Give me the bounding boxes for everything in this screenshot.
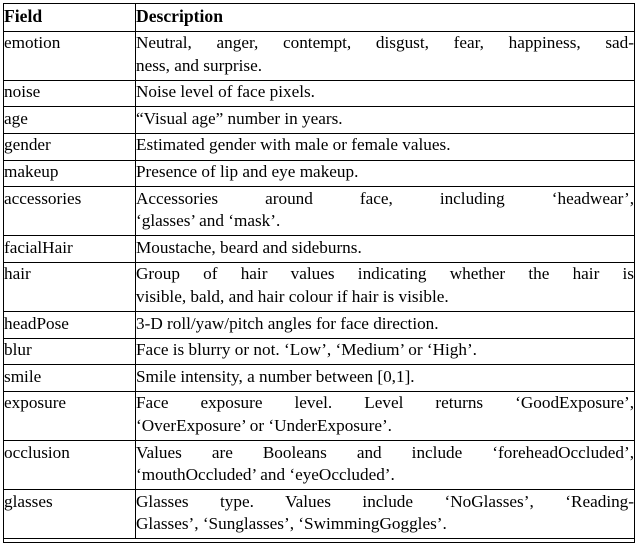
- table-header-row: Field Description: [3, 3, 635, 32]
- table-row: gender Estimated gender with male or fema…: [3, 132, 635, 161]
- field-description-cell: Neutral, anger, contempt, disgust, fear,…: [136, 31, 635, 80]
- table-row: smile Smile intensity, a number between […: [3, 364, 635, 392]
- table-body: emotion Neutral, anger, contempt, disgust…: [3, 31, 635, 539]
- field-name-cell: smile: [3, 364, 136, 392]
- table-row: emotion Neutral, anger, contempt, disgust…: [3, 31, 635, 81]
- field-name-cell: facialHair: [3, 235, 136, 263]
- description-line: ‘OverExposure’ or ‘UnderExposure’.: [136, 416, 392, 435]
- table-container: Field Description emotion Neutral, anger,…: [3, 3, 635, 543]
- field-description-cell: Moustache, beard and sideburns.: [135, 235, 635, 263]
- bottom-double-rule: [3, 538, 635, 543]
- table-row: age “Visual age” number in years.: [3, 106, 635, 134]
- field-name-cell: noise: [3, 79, 136, 107]
- table-row: makeup Presence of lip and eye makeup.: [3, 159, 635, 187]
- description-line: ness, and surprise.: [136, 55, 263, 75]
- table-row: occlusion Values are Booleans and include…: [3, 440, 635, 490]
- field-description-cell: “Visual age” number in years.: [135, 106, 635, 134]
- column-header-field: Field: [3, 3, 136, 32]
- description-line: “Visual age” number in years.: [136, 108, 343, 128]
- description-line: Estimated gender with male or female val…: [136, 135, 451, 155]
- description-line: Smile intensity, a number between [0,1].: [136, 366, 415, 386]
- table-row: glasses Glasses type. Values include ‘NoG…: [3, 489, 635, 539]
- field-name-cell: makeup: [3, 159, 136, 187]
- field-description-cell: Presence of lip and eye makeup.: [135, 159, 635, 187]
- table-row: headPose 3-D roll/yaw/pitch angles for fa…: [3, 311, 635, 339]
- field-description-cell: Group of hair values indicating whether …: [135, 261, 635, 312]
- field-description-cell: 3-D roll/yaw/pitch angles for face direc…: [135, 311, 635, 339]
- field-description-table: Field Description emotion Neutral, anger,…: [3, 3, 635, 543]
- description-line: Moustache, beard and sideburns.: [136, 237, 362, 257]
- description-line: Presence of lip and eye makeup.: [136, 162, 359, 182]
- description-line: visible, bald, and hair colour if hair i…: [136, 287, 449, 307]
- column-header-description: Description: [135, 3, 635, 32]
- description-line: Group of hair values indicating whether …: [136, 264, 634, 284]
- description-line: Glasses type. Values include ‘NoGlasses’…: [136, 491, 634, 511]
- field-name-cell: age: [3, 106, 136, 134]
- description-line: Face is blurry or not. ‘Low’, ‘Medium’ o…: [136, 340, 477, 360]
- field-description-cell: Noise level of face pixels.: [135, 79, 635, 107]
- table-row: facialHair Moustache, beard and sideburns…: [3, 235, 635, 263]
- field-name-cell: accessories: [3, 186, 136, 236]
- field-description-cell: Smile intensity, a number between [0,1].: [135, 364, 635, 392]
- table-row: noise Noise level of face pixels.: [3, 79, 635, 107]
- field-name-cell: gender: [3, 132, 136, 161]
- description-line: Neutral, anger, contempt, disgust, fear,…: [136, 33, 634, 53]
- description-line: Noise level of face pixels.: [136, 82, 315, 102]
- field-description-cell: Face is blurry or not. ‘Low’, ‘Medium’ o…: [135, 337, 635, 365]
- description-line: Glasses’, ‘Sunglasses’, ‘SwimmingGoggles…: [136, 514, 447, 534]
- field-description-cell: Estimated gender with male or female val…: [135, 132, 635, 161]
- bottom-rule-cell: [3, 538, 635, 543]
- description-line: Accessories around face, including ‘head…: [136, 188, 634, 208]
- description-line: Values are Booleans and include ‘forehea…: [136, 442, 634, 462]
- field-name-cell: hair: [3, 261, 136, 312]
- field-description-cell: Glasses type. Values include ‘NoGlasses’…: [135, 489, 635, 539]
- field-name-cell: occlusion: [3, 440, 136, 490]
- table-row: blur Face is blurry or not. ‘Low’, ‘Mediu…: [3, 337, 635, 365]
- field-name-cell: blur: [3, 337, 136, 365]
- field-description-cell: Face exposure level. Level returns ‘Good…: [135, 390, 635, 441]
- description-line: ‘mouthOccluded’ and ‘eyeOccluded’.: [136, 465, 395, 485]
- table-footer-rule: [3, 538, 635, 543]
- description-line: Face exposure level. Level returns ‘Good…: [136, 393, 634, 413]
- field-description-cell: Accessories around face, including ‘head…: [135, 186, 635, 236]
- table-row: hair Group of hair values indicating whet…: [3, 261, 635, 312]
- field-description-cell: Values are Booleans and include ‘forehea…: [135, 440, 635, 490]
- field-name-cell: glasses: [3, 489, 136, 539]
- field-name-cell: emotion: [3, 31, 136, 81]
- description-line: ‘glasses’ and ‘mask’.: [136, 211, 281, 231]
- table-header: Field Description: [3, 3, 635, 32]
- table-row: accessories Accessories around face, incl…: [3, 186, 635, 236]
- field-name-cell: exposure: [3, 390, 136, 441]
- table-row: exposure Face exposure level. Level retur…: [3, 390, 635, 441]
- description-line: 3-D roll/yaw/pitch angles for face direc…: [136, 313, 439, 333]
- field-name-cell: headPose: [3, 311, 136, 339]
